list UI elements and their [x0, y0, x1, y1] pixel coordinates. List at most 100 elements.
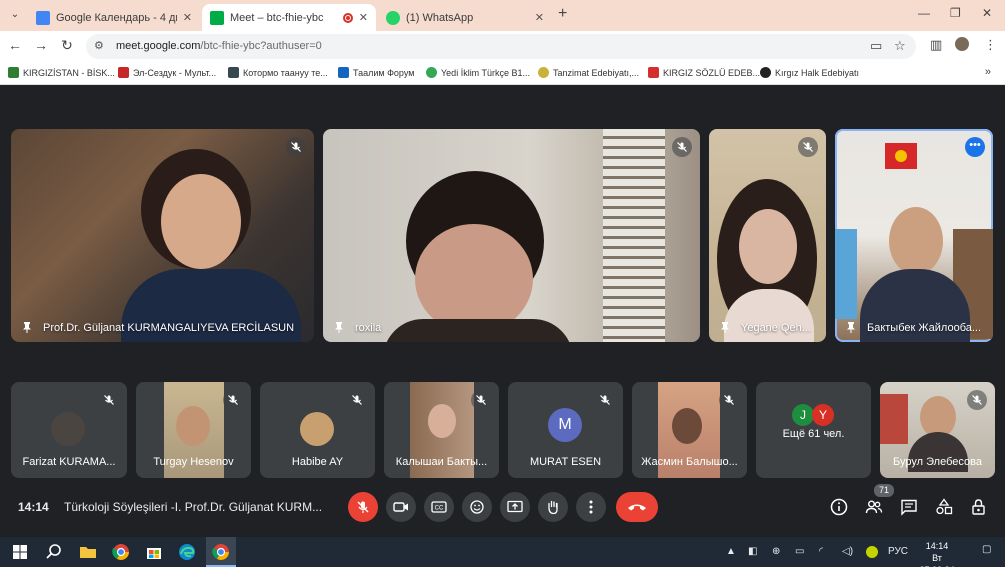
mic-off-icon	[967, 390, 987, 410]
tab-whatsapp[interactable]: (1) WhatsApp ✕	[378, 4, 552, 31]
participant-tile[interactable]: Калышаи Бакты...	[384, 382, 499, 478]
notifications-icon[interactable]: ▢	[982, 544, 991, 555]
bookmark-favicon-icon	[228, 67, 239, 78]
url-text: meet.google.com/btc-fhie-ybc?authuser=0	[116, 40, 322, 52]
tray-expand-icon[interactable]: ▲	[726, 546, 736, 557]
active-taskbar-app[interactable]	[206, 537, 236, 567]
video-tile-main[interactable]: roxila	[323, 129, 700, 342]
camera-permission-icon[interactable]: ▭	[870, 38, 882, 54]
pin-icon[interactable]	[719, 321, 731, 333]
tab-meet[interactable]: Meet – btc-fhie-ybc ✕	[202, 4, 376, 31]
microsoft-store-icon[interactable]	[144, 542, 164, 562]
flag-blue	[835, 229, 857, 319]
pin-icon[interactable]	[333, 321, 345, 333]
chat-button[interactable]	[898, 496, 920, 518]
bookmark-item[interactable]: Котормо таануу те...	[228, 67, 328, 78]
participant-tile[interactable]: Жасмин Балышо...	[632, 382, 747, 478]
close-icon[interactable]: ✕	[535, 11, 544, 24]
address-bar[interactable]: ⚙ meet.google.com/btc-fhie-ybc?authuser=…	[86, 34, 916, 59]
more-bookmarks-icon[interactable]: »	[985, 66, 991, 78]
bookmark-star-icon[interactable]: ☆	[894, 38, 906, 54]
tab-google-calendar[interactable]: Google Календарь - 4 дня, на... ✕	[28, 4, 200, 31]
activities-icon	[936, 498, 953, 515]
raise-hand-button[interactable]	[538, 492, 568, 522]
participant-name: Habibe AY	[291, 456, 344, 468]
site-info-icon[interactable]: ⚙	[94, 39, 104, 52]
volume-icon[interactable]: ◁)	[842, 546, 853, 557]
bookmark-item[interactable]: Kırgız Halk Edebiyatı	[760, 67, 859, 78]
close-window-icon[interactable]: ✕	[982, 6, 992, 20]
globe-icon	[760, 67, 771, 78]
restore-icon[interactable]: ❐	[950, 6, 961, 20]
forward-button[interactable]: →	[32, 37, 50, 53]
people-button[interactable]	[863, 496, 885, 518]
reactions-button[interactable]	[462, 492, 492, 522]
end-call-button[interactable]	[616, 492, 658, 522]
participant-tile[interactable]: Turgay Hesenov	[136, 382, 251, 478]
edge-icon[interactable]	[177, 542, 197, 562]
taskbar-clock[interactable]: 14:14 Вт 27.02.24	[916, 540, 958, 567]
search-icon[interactable]	[44, 542, 64, 562]
tray-app-icon[interactable]: ◧	[748, 546, 757, 557]
participant-initial-avatar: M	[548, 408, 582, 442]
mic-off-icon	[357, 501, 369, 513]
captions-button[interactable]: CC	[424, 492, 454, 522]
bookmark-favicon-icon	[648, 67, 659, 78]
wifi-icon[interactable]: ◜	[819, 546, 823, 557]
participant-name: roxila	[355, 322, 382, 334]
tray-status-icon[interactable]	[866, 546, 878, 558]
host-controls-button[interactable]	[968, 496, 990, 518]
bookmark-item[interactable]: Yedi İklim Türkçe B1...	[426, 67, 530, 78]
mic-toggle-button[interactable]	[348, 492, 378, 522]
close-icon[interactable]: ✕	[183, 11, 192, 24]
bookmark-item[interactable]: KIRGIZİSTAN - BİSK...	[8, 67, 115, 78]
mic-off-icon	[595, 390, 615, 410]
chat-icon	[901, 499, 917, 516]
pin-icon[interactable]	[21, 321, 33, 333]
side-panel-icon[interactable]: ▥	[930, 37, 942, 53]
minimize-icon[interactable]: —	[918, 6, 930, 20]
menu-kebab-icon[interactable]: ⋮	[984, 37, 997, 53]
new-tab-button[interactable]: +	[558, 5, 567, 23]
participant-tile[interactable]: Farizat KURAMA...	[11, 382, 127, 478]
participant-tile[interactable]: Бурул Элебесова	[880, 382, 995, 478]
input-language[interactable]: РУС	[888, 546, 908, 557]
bookmark-item[interactable]: KIRGIZ SÖZLÜ EDEB...	[648, 67, 760, 78]
present-screen-button[interactable]	[500, 492, 530, 522]
video-tile-main-selected[interactable]: ••• Бактыбек Жайлооба...	[835, 129, 993, 342]
hand-icon	[548, 500, 558, 515]
bookmark-item[interactable]: Эл-Сездук - Мульт...	[118, 67, 216, 78]
close-icon[interactable]: ✕	[359, 11, 368, 24]
battery-icon[interactable]: ▭	[795, 546, 804, 557]
more-options-icon[interactable]: •••	[965, 137, 985, 157]
pin-icon[interactable]	[845, 321, 857, 333]
more-options-button[interactable]	[576, 492, 606, 522]
participant-name: Бурул Элебесова	[893, 456, 982, 468]
participant-avatar	[51, 412, 85, 446]
more-participants-tile[interactable]: J Y Ещё 61 чел.	[756, 382, 871, 478]
participant-tile[interactable]: Habibe AY	[260, 382, 375, 478]
meeting-clock: 14:14	[18, 500, 49, 514]
tab-search-icon[interactable]: ⌄	[6, 6, 24, 24]
meet-icon	[210, 10, 224, 25]
profile-avatar[interactable]	[955, 37, 969, 51]
reload-button[interactable]: ↻	[58, 37, 76, 54]
browser-tab-strip: ⌄ Google Календарь - 4 дня, на... ✕ Meet…	[0, 0, 1005, 31]
background-bookshelf	[880, 394, 908, 444]
mic-off-icon	[798, 137, 818, 157]
bookmark-favicon-icon	[8, 67, 19, 78]
activities-button[interactable]	[933, 496, 955, 518]
back-button[interactable]: ←	[6, 37, 24, 53]
camera-toggle-button[interactable]	[386, 492, 416, 522]
bookmark-item[interactable]: Tanzimat Edebiyatı,...	[538, 67, 639, 78]
mic-off-icon	[471, 390, 491, 410]
participant-tile[interactable]: M MURAT ESEN	[508, 382, 623, 478]
meeting-details-button[interactable]	[828, 496, 850, 518]
file-explorer-icon[interactable]	[78, 542, 98, 562]
chrome-icon[interactable]	[111, 542, 131, 562]
bookmark-item[interactable]: Таалим Форум	[338, 67, 414, 78]
video-tile-main[interactable]: Yegane Qeh...	[709, 129, 826, 342]
tray-network-icon[interactable]: ⊕	[772, 546, 780, 557]
windows-start-icon[interactable]	[10, 542, 30, 562]
video-tile-main[interactable]: Prof.Dr. Güljanat KURMANGALIYEVA ERCİLAS…	[11, 129, 314, 342]
